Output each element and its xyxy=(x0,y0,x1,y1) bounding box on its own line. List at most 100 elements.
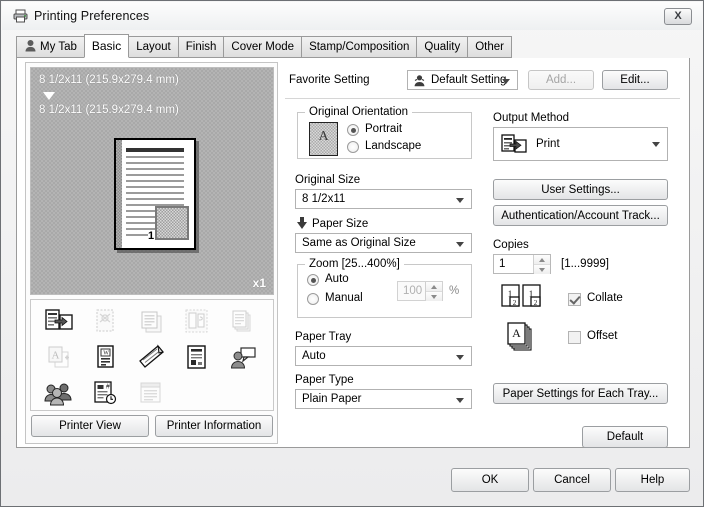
paper-tray-value: Auto xyxy=(302,350,326,362)
printer-information-label: Printer Information xyxy=(166,420,262,432)
preview-gutter xyxy=(116,140,122,248)
user-comment-icon[interactable] xyxy=(220,340,266,376)
offset-checkbox[interactable] xyxy=(568,331,581,344)
original-size-combo[interactable]: 8 1/2x11 xyxy=(295,189,472,209)
copy-pages-icon[interactable] xyxy=(220,304,266,340)
copies-spinner[interactable]: 1 xyxy=(493,254,551,274)
output-method-combo[interactable]: Print xyxy=(493,127,668,161)
favorite-add-button[interactable]: Add... xyxy=(528,70,594,90)
zoom-manual-radio[interactable] xyxy=(307,293,319,305)
zoom-unit-label: % xyxy=(449,285,460,297)
orientation-portrait-label[interactable]: Portrait xyxy=(365,123,402,135)
favorite-edit-button[interactable]: Edit... xyxy=(602,70,668,90)
tab-quality-label: Quality xyxy=(424,41,461,53)
paper-size-label: Paper Size xyxy=(312,218,369,230)
paper-tray-combo[interactable]: Auto xyxy=(295,346,472,366)
skew-page-icon[interactable] xyxy=(128,340,174,376)
orientation-portrait-radio[interactable] xyxy=(347,124,359,136)
settings-column: Favorite Setting Default Setting Add... … xyxy=(285,62,683,448)
svg-text:2: 2 xyxy=(534,299,538,307)
close-button[interactable]: X xyxy=(664,8,692,25)
svg-text:A: A xyxy=(512,326,521,340)
zoom-spinner-buttons[interactable] xyxy=(425,282,442,301)
zoom-spinner-down[interactable] xyxy=(426,292,442,301)
overlay-icon[interactable]: W xyxy=(82,340,128,376)
help-button[interactable]: Help xyxy=(615,468,690,492)
zoom-manual-label[interactable]: Manual xyxy=(325,292,363,304)
zoom-auto-radio[interactable] xyxy=(307,274,319,286)
dialog-button-bar: OK Cancel Help xyxy=(1,448,703,507)
svg-text:2: 2 xyxy=(513,299,517,307)
tab-cover-mode[interactable]: Cover Mode xyxy=(223,36,303,58)
orientation-landscape-label[interactable]: Landscape xyxy=(365,140,421,152)
print-preview[interactable]: 8 1/2x11 (215.9x279.4 mm) 8 1/2x11 (215.… xyxy=(30,67,274,295)
paper-settings-label: Paper Settings for Each Tray... xyxy=(502,387,659,400)
collate-checkbox[interactable] xyxy=(568,293,581,306)
authentication-account-track-button[interactable]: Authentication/Account Track... xyxy=(493,205,668,226)
watermark-icon[interactable] xyxy=(82,304,128,340)
printer-information-button[interactable]: Printer Information xyxy=(155,415,273,437)
tab-quality[interactable]: Quality xyxy=(416,36,469,58)
printer-view-button[interactable]: Printer View xyxy=(31,415,149,437)
account-track-icon[interactable] xyxy=(36,376,82,412)
copies-value: 1 xyxy=(499,258,506,270)
orientation-landscape-radio[interactable] xyxy=(347,141,359,153)
copies-spinner-down[interactable] xyxy=(534,265,550,274)
printer-icon xyxy=(13,9,28,23)
preview-image-box xyxy=(155,206,189,240)
printer-view-label: Printer View xyxy=(59,420,121,432)
favorite-add-label: Add... xyxy=(545,74,577,86)
tab-layout[interactable]: Layout xyxy=(128,36,179,58)
preview-original-size-label: 8 1/2x11 (215.9x279.4 mm) xyxy=(39,74,179,86)
copies-spinner-up[interactable] xyxy=(534,255,550,265)
offset-label[interactable]: Offset xyxy=(587,330,617,342)
favorite-setting-label: Favorite Setting xyxy=(289,74,370,86)
tab-other[interactable]: Other xyxy=(467,36,512,58)
tab-basic[interactable]: Basic xyxy=(83,34,130,58)
combination-icon[interactable] xyxy=(128,304,174,340)
booklet-icon[interactable] xyxy=(174,304,220,340)
favorite-setting-combo[interactable]: Default Setting xyxy=(407,70,518,90)
preview-sheet: 1 xyxy=(114,138,196,250)
output-method-icon[interactable] xyxy=(36,304,82,340)
tab-my-tab[interactable]: My Tab xyxy=(16,36,85,58)
zoom-spinner-up[interactable] xyxy=(426,282,442,292)
chevron-down-icon xyxy=(456,242,464,247)
tab-my-tab-label: My Tab xyxy=(40,41,77,53)
page-number-icon[interactable]: # xyxy=(82,376,128,412)
preview-column: 8 1/2x11 (215.9x279.4 mm) 8 1/2x11 (215.… xyxy=(25,62,278,444)
original-size-label: Original Size xyxy=(295,174,361,186)
tab-finish[interactable]: Finish xyxy=(177,36,225,58)
user-icon xyxy=(24,39,37,52)
favorite-icon xyxy=(413,74,426,90)
banner-page-icon[interactable] xyxy=(128,376,174,412)
zoom-auto-label[interactable]: Auto xyxy=(325,273,349,285)
svg-text:#: # xyxy=(106,384,110,391)
default-button[interactable]: Default xyxy=(582,426,668,448)
paper-size-combo[interactable]: Same as Original Size xyxy=(295,233,472,253)
chevron-down-icon xyxy=(456,198,464,203)
tab-page-basic: 8 1/2x11 (215.9x279.4 mm) 8 1/2x11 (215.… xyxy=(16,58,690,448)
paper-size-value: Same as Original Size xyxy=(302,237,416,249)
user-settings-button[interactable]: User Settings... xyxy=(493,179,668,200)
tab-stamp-composition[interactable]: Stamp/Composition xyxy=(301,36,418,58)
offset-stack-icon: A xyxy=(503,321,543,356)
authentication-label: Authentication/Account Track... xyxy=(501,209,660,222)
collate-label[interactable]: Collate xyxy=(587,292,623,304)
cancel-button[interactable]: Cancel xyxy=(533,468,611,492)
zoom-value-spinner[interactable]: 100 xyxy=(397,281,443,301)
copies-spinner-buttons[interactable] xyxy=(533,255,550,274)
stamp-text-icon[interactable]: A xyxy=(36,340,82,376)
favorite-edit-label: Edit... xyxy=(620,74,650,86)
paper-type-combo[interactable]: Plain Paper xyxy=(295,389,472,409)
original-size-value: 8 1/2x11 xyxy=(302,193,346,205)
window-title: Printing Preferences xyxy=(34,9,150,23)
chevron-down-icon xyxy=(502,79,510,84)
ok-button[interactable]: OK xyxy=(451,468,529,492)
paper-settings-each-tray-button[interactable]: Paper Settings for Each Tray... xyxy=(493,383,668,404)
feature-icon-panel: A W # xyxy=(30,299,274,411)
collate-icon: 1 2 1 2 xyxy=(501,284,543,317)
paper-tray-label: Paper Tray xyxy=(295,331,352,343)
paper-type-label: Paper Type xyxy=(295,374,354,386)
document-layout-icon[interactable] xyxy=(174,340,220,376)
